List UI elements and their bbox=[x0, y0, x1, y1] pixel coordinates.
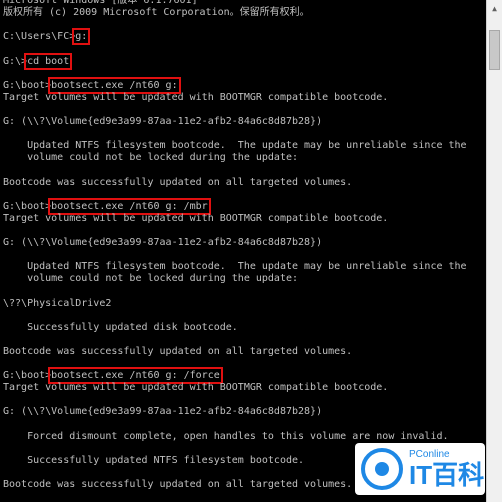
console-line: Bootcode was successfully updated on all… bbox=[3, 345, 353, 357]
console-line: volume could not be locked during the up… bbox=[3, 273, 299, 285]
vertical-scrollbar[interactable]: ▲ bbox=[486, 0, 502, 502]
scroll-thumb[interactable] bbox=[489, 30, 500, 70]
console-line: Target volumes will be updated with BOOT… bbox=[3, 91, 389, 103]
console-line: Updated NTFS filesystem bootcode. The up… bbox=[3, 140, 467, 152]
command-highlight-box bbox=[24, 52, 73, 70]
console-prompt: G:\boot> bbox=[3, 370, 52, 382]
console-line: G: (\\?\Volume{ed9e3a99-87aa-11e2-afb2-8… bbox=[3, 406, 323, 418]
command-highlight-box bbox=[72, 28, 91, 46]
console-line: Updated NTFS filesystem bootcode. The up… bbox=[3, 261, 467, 273]
console-line: Microsoft Windows [版本 6.1.7601] bbox=[3, 0, 198, 6]
console-line: Target volumes will be updated with BOOT… bbox=[3, 212, 389, 224]
watermark-brand: PConline bbox=[409, 449, 450, 460]
console-line: \??\PhysicalDrive2 bbox=[3, 297, 112, 309]
scroll-up-arrow-icon[interactable]: ▲ bbox=[487, 0, 502, 16]
console-window[interactable]: Microsoft Windows [版本 6.1.7601] 版权所有 (c) … bbox=[0, 0, 486, 502]
console-line: G: (\\?\Volume{ed9e3a99-87aa-11e2-afb2-8… bbox=[3, 116, 323, 127]
console-line: G: (\\?\Volume{ed9e3a99-87aa-11e2-afb2-8… bbox=[3, 237, 323, 248]
console-line: Bootcode was successfully updated on all… bbox=[3, 479, 353, 490]
console-line: Successfully updated NTFS filesystem boo… bbox=[3, 454, 305, 466]
console-line: volume could not be locked during the up… bbox=[3, 152, 299, 164]
console-line: Bootcode was successfully updated on all… bbox=[3, 176, 353, 188]
console-prompt: G:\boot> bbox=[3, 200, 52, 212]
watermark-title: IT百科 bbox=[409, 460, 485, 490]
console-line: Successfully updated disk bootcode. bbox=[3, 321, 238, 333]
console-line: 版权所有 (c) 2009 Microsoft Corporation。保留所有… bbox=[3, 7, 310, 19]
watermark-logo: PConline IT百科 bbox=[355, 443, 485, 495]
console-prompt: C:\Users\FC> bbox=[3, 31, 76, 43]
console-line: Target volumes will be updated with BOOT… bbox=[3, 382, 389, 394]
console-line: Forced dismount complete, open handles t… bbox=[3, 430, 449, 442]
pconline-logo-icon bbox=[361, 448, 403, 490]
console-prompt: G:\boot> bbox=[3, 79, 52, 91]
